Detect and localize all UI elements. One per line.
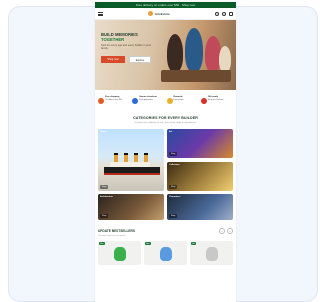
usp-item: Free shipping On orders over $50	[98, 96, 130, 104]
product-image	[113, 247, 126, 261]
product-badge: Hot	[191, 242, 196, 245]
heart-icon	[200, 98, 207, 104]
category-tile-ships[interactable]: Ships Shop	[98, 129, 164, 191]
tile-shop-button[interactable]: Shop	[169, 214, 178, 218]
brand-logo[interactable]: brickstore	[106, 11, 212, 16]
usp-text: Gift ready Wrap at checkout	[207, 96, 224, 101]
hero-person-4	[219, 46, 231, 72]
tile-shop-button[interactable]: Shop	[169, 184, 178, 189]
brand-mark-icon	[148, 11, 154, 16]
hero-person-2	[185, 28, 203, 72]
explore-button[interactable]: Explore	[129, 55, 151, 63]
tile-label: Collectors	[169, 163, 180, 166]
product-card[interactable]: Hot	[190, 241, 233, 265]
hero-buttons: Shop now Explore	[101, 55, 153, 63]
tile-label: Architecture	[100, 196, 113, 198]
hero-title-highlight: TOGETHER	[101, 37, 125, 42]
tile-label: Characters	[169, 196, 181, 198]
usp-text: Rewards Earn points	[173, 96, 184, 101]
hero-table	[161, 70, 231, 82]
ship-funnel	[124, 153, 128, 162]
usp-item: Secure checkout Safe payments	[132, 96, 164, 104]
bestsellers-header: UPDATE BESTSELLERS ‹ ›	[98, 228, 233, 234]
ship-funnel	[134, 153, 138, 162]
product-image	[205, 247, 218, 261]
hero-banner: BUILD MEMORIES TOGETHER Sets for every a…	[95, 20, 236, 90]
chevron-right-icon[interactable]: ›	[227, 228, 233, 234]
category-grid: Ships Shop Art Shop Collectors Shop Arch…	[95, 129, 236, 220]
carousel-arrows: ‹ ›	[219, 228, 233, 234]
brand-name: brickstore	[155, 11, 170, 16]
site-header: brickstore	[95, 8, 236, 20]
tile-label: Ships	[100, 131, 106, 133]
product-image	[159, 247, 172, 261]
hero-title: BUILD MEMORIES TOGETHER	[101, 32, 153, 42]
category-tile-architecture[interactable]: Architecture Shop	[98, 194, 164, 220]
tile-shop-button[interactable]: Shop	[100, 185, 109, 189]
star-icon	[166, 98, 173, 104]
product-card[interactable]: New	[144, 241, 187, 265]
ship-funnel	[144, 153, 148, 162]
bestsellers-section: UPDATE BESTSELLERS ‹ › Our most loved se…	[95, 220, 236, 265]
truck-icon	[98, 98, 104, 104]
ship-funnel	[114, 153, 118, 162]
storefront-page: Free delivery on orders over $50 · Shop …	[95, 2, 236, 302]
tile-label: Art	[169, 131, 173, 133]
search-icon[interactable]	[215, 11, 219, 16]
bestsellers-title: UPDATE BESTSELLERS	[98, 229, 135, 233]
tile-shop-button[interactable]: Shop	[169, 152, 178, 156]
category-tile-collectors[interactable]: Collectors Shop	[167, 161, 233, 191]
hero-person-1	[167, 34, 183, 72]
chevron-left-icon[interactable]: ‹	[219, 228, 225, 234]
cart-icon[interactable]	[229, 11, 233, 16]
category-tile-characters[interactable]: Characters Shop	[167, 194, 233, 220]
lock-icon	[132, 98, 139, 104]
bestsellers-subtitle: Our most loved sets this month	[98, 235, 126, 237]
usp-text: Free shipping On orders over $50	[105, 96, 123, 101]
hero-copy: BUILD MEMORIES TOGETHER Sets for every a…	[101, 32, 153, 63]
categories-title: CATEGORIES FOR EVERY BUILDER	[133, 116, 198, 120]
categories-subtitle: Discover our collection of sets, from ic…	[134, 122, 197, 124]
usp-row: Free shipping On orders over $50 Secure c…	[95, 90, 236, 110]
tile-shop-button[interactable]: Shop	[100, 214, 109, 218]
product-badge: New	[99, 242, 105, 245]
category-tile-art[interactable]: Art Shop	[167, 129, 233, 158]
usp-item: Rewards Earn points	[166, 96, 199, 104]
usp-item: Gift ready Wrap at checkout	[200, 96, 233, 104]
shop-now-button[interactable]: Shop now	[101, 55, 125, 63]
menu-icon[interactable]	[98, 11, 103, 16]
product-card[interactable]: New	[98, 241, 141, 265]
product-badge: New	[145, 242, 151, 245]
usp-text: Secure checkout Safe payments	[139, 96, 157, 101]
product-carousel: New New Hot	[98, 241, 233, 265]
hero-subtitle: Sets for every age and every builder in …	[101, 44, 152, 51]
ship-hull	[104, 167, 160, 175]
account-icon[interactable]	[222, 11, 226, 16]
